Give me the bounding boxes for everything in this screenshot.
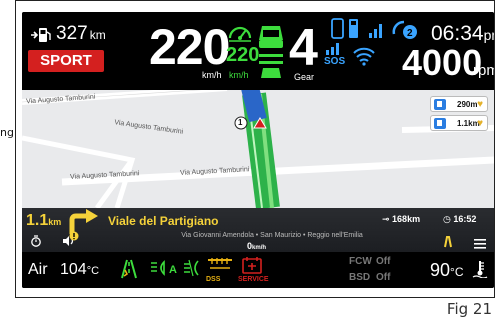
timer-icon[interactable]: [30, 234, 42, 252]
coolant-temp-value: 90: [430, 260, 451, 280]
vehicle-speed: 220: [149, 19, 230, 75]
coolant-temp-unit: °C: [450, 265, 464, 279]
sos-label: SOS: [324, 56, 346, 67]
time-suffix: pm: [483, 27, 494, 43]
engine-rpm: 4000: [402, 42, 483, 83]
dss-label: DSS: [206, 276, 221, 283]
route-marker-label: 1: [238, 118, 243, 127]
coolant-thermometer-icon: [472, 260, 488, 283]
acc-set-speed: 220: [226, 44, 260, 66]
svg-text:A: A: [169, 264, 177, 276]
bottom-status-bar: Air 104°C A DSS SERVICE FCW Off BSD Off …: [22, 252, 494, 288]
warning-icon: [69, 228, 79, 246]
auto-high-beam-icon: A: [150, 260, 180, 281]
air-label: Air: [28, 261, 48, 278]
poi-distance-fuel-2[interactable]: 1.1km ♥: [430, 115, 488, 131]
remaining-distance: ⊸ 168km: [382, 214, 420, 225]
lane-assist-car-icon: [257, 20, 285, 89]
clock-small-icon: ◷: [443, 214, 454, 224]
lane-caution-icon: [442, 235, 454, 253]
wifi-icon: [352, 44, 376, 71]
figure-caption: Fig 21: [446, 300, 492, 318]
coolant-temperature: 90°C: [430, 260, 464, 281]
remaining-route-icon: ⊸: [382, 214, 393, 224]
navigation-map[interactable]: Via Augusto Tamburini Via Augusto Tambur…: [22, 90, 494, 208]
range-unit: km: [89, 28, 106, 42]
fuel-station-icon: [434, 99, 446, 110]
fcw-value: Off: [376, 256, 391, 267]
turn-distance-unit: km: [48, 217, 62, 227]
fog-light-icon: [182, 259, 202, 282]
current-gear: 4: [289, 19, 318, 77]
speed-unit: km/h: [202, 70, 222, 80]
turn-distance-value: 1.1: [26, 212, 49, 229]
location-pin-icon: ♥: [477, 118, 483, 129]
service-label: SERVICE: [238, 276, 269, 283]
navigation-instruction-bar: 1.1km Viale del Partigiano ⊸ 168km ◷ 16:…: [22, 208, 494, 252]
acc-gauge-icon: [227, 20, 253, 47]
route-via-text: Via Giovanni Amendola • San Maurizio • R…: [181, 232, 363, 239]
instrument-cluster-screen: 327 km SPORT 220 km/h 220 km/h 4 Gear 2 …: [22, 12, 494, 288]
svg-text:2: 2: [407, 28, 413, 39]
arrival-time-value: 16:52: [453, 214, 477, 224]
location-pin-icon: ♥: [477, 99, 483, 110]
fuel-pump-icon: [30, 26, 52, 49]
arrival-time: ◷ 16:52: [443, 214, 476, 225]
air-temp-unit: °C: [86, 265, 100, 277]
fuel-range: 327 km: [56, 23, 106, 45]
rpm-unit: rpm: [473, 62, 494, 79]
gear-label: Gear: [294, 72, 315, 82]
phone-icon: [330, 18, 364, 45]
map-roads: [22, 90, 494, 208]
acc-speed-unit: km/h: [229, 70, 249, 80]
poi-distance-value: 290m: [457, 100, 478, 109]
next-street-name: Viale del Partigiano: [108, 214, 219, 228]
road-speed-unit: km/h: [252, 245, 267, 251]
turn-distance: 1.1km: [26, 212, 61, 230]
bsd-label: BSD: [349, 272, 371, 283]
air-temp-value: 104: [60, 261, 87, 278]
remaining-distance-value: 168km: [392, 214, 421, 224]
fuel-station-icon: [434, 118, 446, 129]
signal-bars-icon: [368, 21, 386, 44]
bsd-value: Off: [376, 272, 391, 283]
lane-departure-icon: [118, 258, 140, 285]
top-status-bar: 327 km SPORT 220 km/h 220 km/h 4 Gear 2 …: [22, 12, 494, 90]
drive-mode-badge: SPORT: [28, 50, 104, 72]
range-value: 327: [56, 23, 88, 44]
road-speed: 0km/h: [247, 241, 266, 251]
air-temperature: 104°C: [60, 261, 99, 279]
fcw-label: FCW: [349, 256, 372, 267]
poi-distance-fuel-1[interactable]: 290m ♥: [430, 96, 488, 112]
